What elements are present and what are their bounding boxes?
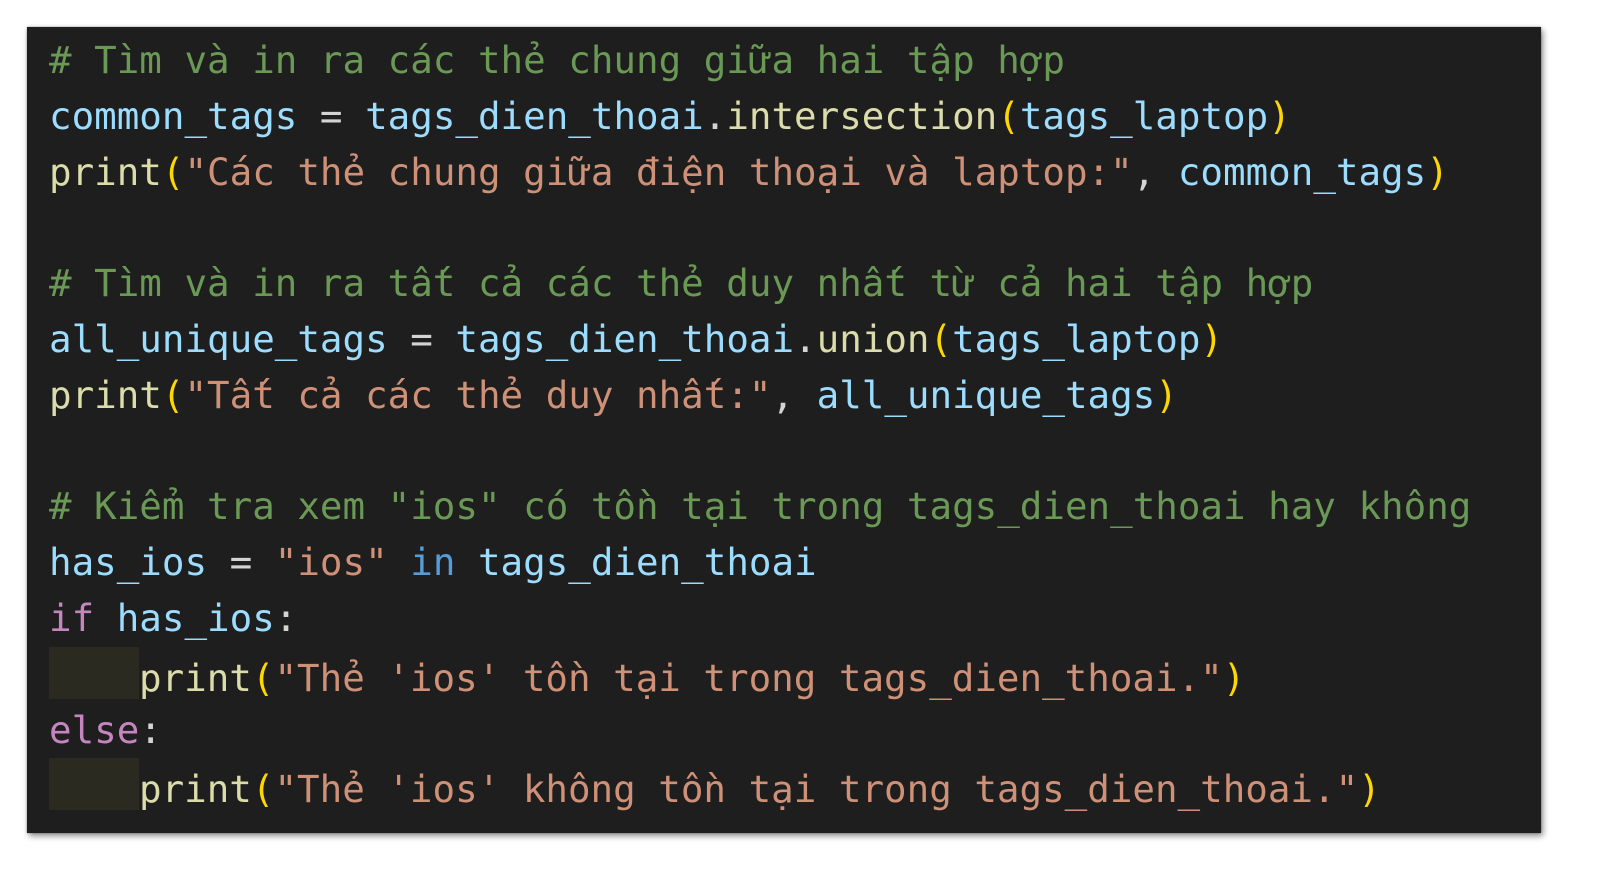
code-string-literal: "Các thẻ chung giữa điện thoại và laptop… [184, 149, 1133, 194]
code-control-keyword: if [49, 595, 95, 640]
code-identifier: tags_dien_thoai [477, 540, 817, 585]
code-punctuation: : [139, 707, 162, 752]
code-keyword: in [410, 540, 456, 585]
code-bracket: ) [1426, 149, 1449, 194]
code-line: has_ios = "ios" in tags_dien_thoai [49, 535, 1471, 591]
code-punctuation: , [1132, 149, 1178, 194]
code-identifier: tags_dien_thoai [365, 93, 704, 138]
code-identifier: has_ios [116, 595, 275, 640]
code-bracket: ) [1200, 316, 1224, 361]
code-bracket: ( [997, 93, 1020, 138]
code-identifier: tags_laptop [1019, 93, 1269, 138]
code-line: # Tìm và in ra các thẻ chung giữa hai tậ… [49, 33, 1471, 89]
code-line: # Kiểm tra xem "ios" có tồn tại trong ta… [49, 479, 1471, 535]
code-punctuation: . [703, 93, 727, 138]
code-bracket: ( [251, 767, 275, 812]
code-string-literal: "Tất cả các thẻ duy nhất:" [184, 372, 772, 417]
code-line: print("Tất cả các thẻ duy nhất:", all_un… [49, 368, 1471, 424]
code-string-literal: "ios" [274, 540, 388, 585]
code-string-literal: "Thẻ 'ios' không tồn tại trong tags_dien… [274, 767, 1359, 812]
code-comment: # Tìm và in ra các thẻ chung giữa hai tậ… [49, 38, 1065, 82]
code-function-name: union [816, 316, 930, 361]
code-comment: # Tìm và in ra tất cả các thẻ duy nhất t… [49, 261, 1314, 306]
code-function-name: print [139, 655, 252, 700]
code-function-name: print [139, 767, 252, 812]
code-bracket: ( [251, 655, 275, 700]
indent-guide [49, 646, 139, 699]
code-identifier: tags_dien_thoai [455, 316, 795, 361]
code-operator: = [297, 93, 366, 138]
code-bracket: ) [1358, 767, 1381, 812]
code-identifier: tags_laptop [952, 316, 1201, 361]
code-function-name: print [49, 149, 162, 194]
code-operator [455, 540, 478, 584]
code-line: if has_ios: [49, 591, 1471, 647]
code-control-keyword: else [49, 707, 140, 752]
indent-guide [49, 758, 139, 811]
code-bracket: ) [1268, 93, 1291, 138]
code-operator: = [387, 316, 456, 361]
code-bracket: ( [929, 316, 953, 361]
code-identifier: all_unique_tags [49, 316, 388, 361]
code-block[interactable]: # Tìm và in ra các thẻ chung giữa hai tậ… [49, 33, 1471, 814]
code-punctuation: , [771, 372, 817, 417]
code-bracket: ) [1222, 655, 1246, 700]
code-line: print("Thẻ 'ios' tồn tại trong tags_dien… [49, 646, 1471, 703]
code-bracket: ) [1155, 372, 1178, 417]
code-operator [94, 596, 117, 640]
code-identifier: has_ios [49, 540, 208, 585]
code-identifier: common_tags [1177, 149, 1427, 194]
code-line: all_unique_tags = tags_dien_thoai.union(… [49, 312, 1471, 368]
code-line: print("Thẻ 'ios' không tồn tại trong tag… [49, 758, 1471, 814]
code-line: common_tags = tags_dien_thoai.intersecti… [49, 89, 1471, 145]
code-line: # Tìm và in ra tất cả các thẻ duy nhất t… [49, 256, 1471, 312]
code-punctuation: : [274, 595, 298, 640]
code-identifier: all_unique_tags [816, 372, 1156, 417]
code-function-name: print [49, 372, 162, 417]
code-identifier: common_tags [49, 93, 298, 138]
code-comment: # Kiểm tra xem "ios" có tồn tại trong ta… [49, 484, 1472, 529]
code-string-literal: "Thẻ 'ios' tồn tại trong tags_dien_thoai… [274, 655, 1223, 700]
code-line: else: [49, 703, 1471, 759]
code-operator [388, 540, 411, 584]
code-bracket: ( [161, 372, 185, 417]
code-editor-panel: # Tìm và in ra các thẻ chung giữa hai tậ… [27, 27, 1541, 833]
code-function-name: intersection [726, 93, 998, 138]
code-line: print("Các thẻ chung giữa điện thoại và … [49, 145, 1471, 201]
code-punctuation: . [794, 316, 817, 361]
code-operator: = [207, 540, 275, 585]
code-bracket: ( [161, 149, 185, 194]
